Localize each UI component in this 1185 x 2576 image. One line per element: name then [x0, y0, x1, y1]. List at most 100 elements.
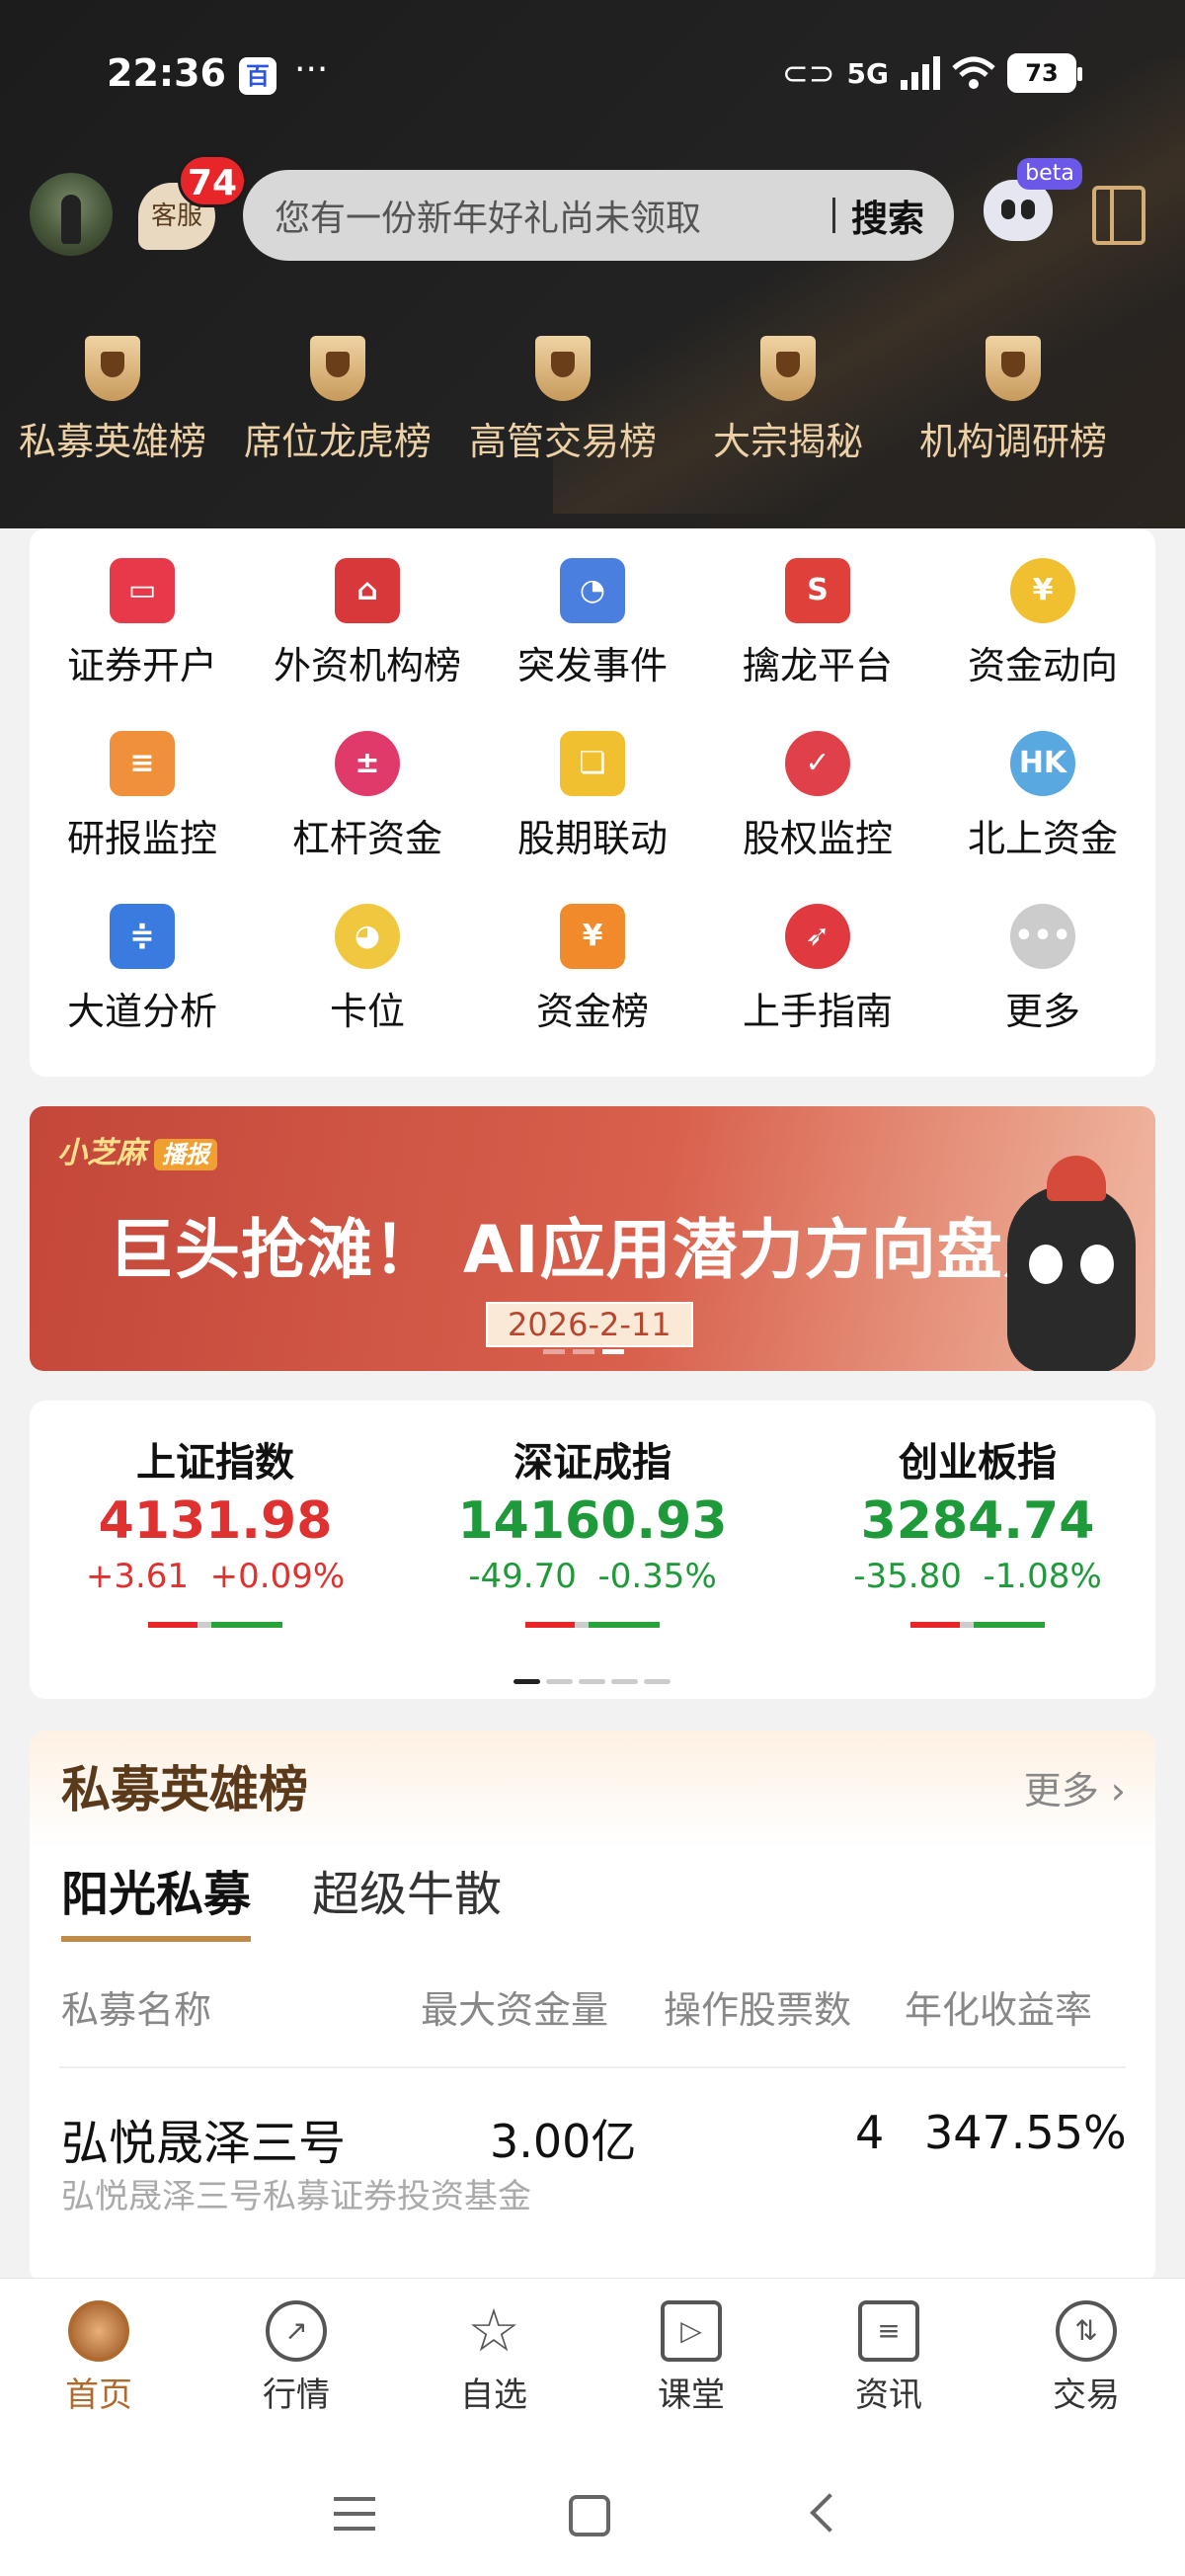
rank-item-label: 私募英雄榜 — [18, 420, 206, 463]
position-icon: ◕ — [335, 904, 400, 969]
nav-news[interactable]: ≡ 资讯 — [790, 2279, 988, 2450]
tab-super-investor[interactable]: 超级牛散 — [312, 1855, 502, 1942]
function-grid-card: ▭ 证券开户 ⌂ 外资机构榜 ◔ 突发事件 S 擒龙平台 ¥ 资金动向 ≡ 研报监控 ± 杠杆资金 ❏ 股期联… — [30, 528, 1155, 1077]
network-type: 5G — [846, 56, 889, 90]
grid-item-position[interactable]: ◕ 卡位 — [255, 904, 480, 1077]
search-placeholder: 您有一份新年好礼尚未领取 — [275, 199, 702, 239]
grid-item-research-monitor[interactable]: ≡ 研报监控 — [30, 731, 255, 904]
shield-icon — [535, 336, 591, 401]
more-label: 更多 — [1023, 1769, 1099, 1812]
account-opening-icon: ▭ — [110, 558, 175, 623]
rank-item-institution-research[interactable]: 机构调研榜 — [901, 336, 1126, 484]
grid-item-getting-started[interactable]: ➶ 上手指南 — [705, 904, 930, 1077]
northbound-funds-icon: HK — [1010, 731, 1075, 796]
index-item-chinext[interactable]: 创业板指 3284.74 -35.80 -1.08% — [820, 1430, 1136, 1628]
grid-item-label: 股权监控 — [742, 817, 893, 860]
index-name: 上证指数 — [136, 1440, 294, 1486]
index-value: 3284.74 — [860, 1491, 1095, 1551]
promo-banner[interactable]: 小芝麻 播报 巨头抢滩！ AI应用潜力方向盘点 2026-2-11 — [30, 1106, 1155, 1371]
rank-item-label: 大宗揭秘 — [712, 420, 863, 463]
banner-tag-text: 小芝麻 — [57, 1136, 146, 1170]
index-breadth-bar — [525, 1622, 660, 1628]
customer-service-badge: 74 — [178, 154, 247, 207]
back-arrow-icon[interactable] — [810, 2493, 849, 2533]
fund-full-name: 弘悦晟泽三号私募证券投资基金 — [61, 2177, 531, 2216]
leverage-funds-icon: ± — [335, 731, 400, 796]
grid-icon-glyph: ¥ — [582, 919, 603, 953]
fund-flow-icon: ¥ — [1010, 558, 1075, 623]
grid-item-dragon-platform[interactable]: S 擒龙平台 — [705, 558, 930, 731]
home-button-icon[interactable] — [569, 2495, 610, 2536]
index-change-pct: -0.35% — [597, 1557, 717, 1596]
nav-market[interactable]: ↗ 行情 — [198, 2279, 395, 2450]
index-breadth-bar — [148, 1622, 282, 1628]
layout-switch-icon[interactable] — [1092, 186, 1146, 245]
grid-item-label: 卡位 — [329, 990, 405, 1033]
index-name: 创业板指 — [899, 1440, 1057, 1486]
nav-label: 行情 — [263, 2375, 330, 2415]
grid-icon-glyph: ▭ — [127, 573, 157, 607]
column-header-annual-return: 年化收益率 — [905, 1988, 1093, 2032]
nav-trade[interactable]: ⇅ 交易 — [988, 2279, 1185, 2450]
fund-stock-count: 4 — [855, 2106, 885, 2159]
fund-max-amount: 3.00亿 — [490, 2115, 637, 2168]
grid-item-more[interactable]: ••• 更多 — [930, 904, 1155, 1077]
nav-home[interactable]: 首页 — [0, 2279, 198, 2450]
shield-icon — [85, 336, 140, 401]
rank-item-label: 机构调研榜 — [918, 420, 1107, 463]
tab-sunshine-private[interactable]: 阳光私募 — [61, 1855, 252, 1942]
index-item-shanghai[interactable]: 上证指数 4131.98 +3.61 +0.09% — [57, 1430, 373, 1628]
stock-futures-icon: ❏ — [560, 731, 625, 796]
fund-ranking-icon: ¥ — [560, 904, 625, 969]
rank-item-private-fund[interactable]: 私募英雄榜 — [0, 336, 225, 484]
grid-icon-glyph: ◔ — [579, 573, 606, 607]
mascot-illustration — [1007, 1156, 1136, 1371]
home-logo-icon — [68, 2300, 129, 2362]
recent-apps-icon[interactable] — [334, 2497, 375, 2531]
column-header-max-fund: 最大资金量 — [421, 1988, 609, 2032]
search-bar[interactable]: 您有一份新年好礼尚未领取 搜索 — [243, 170, 954, 261]
status-time: 22:36 — [107, 51, 226, 95]
rank-item-label: 高管交易榜 — [468, 420, 657, 463]
search-divider — [832, 198, 835, 233]
grid-icon-glyph: ± — [355, 746, 380, 780]
grid-icon-glyph: ✓ — [805, 746, 830, 780]
ranking-menu: 私募英雄榜 席位龙虎榜 高管交易榜 大宗揭秘 机构调研榜 — [0, 336, 1185, 484]
grid-item-label: 证券开户 — [66, 644, 217, 687]
rank-item-executive-trades[interactable]: 高管交易榜 — [450, 336, 675, 484]
dragon-platform-icon: S — [785, 558, 850, 623]
nav-label: 资讯 — [855, 2375, 922, 2415]
user-avatar[interactable] — [30, 173, 113, 256]
nav-label: 自选 — [460, 2375, 527, 2415]
grid-item-fund-ranking[interactable]: ¥ 资金榜 — [480, 904, 705, 1077]
grid-item-fund-flow[interactable]: ¥ 资金动向 — [930, 558, 1155, 731]
grid-item-northbound-funds[interactable]: HK 北上资金 — [930, 731, 1155, 904]
baidu-app-icon: 百 — [239, 57, 276, 95]
board-more-link[interactable]: 更多 › — [1024, 1760, 1126, 1814]
shield-icon — [760, 336, 816, 401]
grid-item-label: 上手指南 — [742, 990, 893, 1033]
rank-item-block-trades[interactable]: 大宗揭秘 — [675, 336, 901, 484]
index-item-shenzhen[interactable]: 深证成指 14160.93 -49.70 -0.35% — [434, 1430, 750, 1628]
grid-item-leverage-funds[interactable]: ± 杠杆资金 — [255, 731, 480, 904]
grid-item-account-opening[interactable]: ▭ 证券开户 — [30, 558, 255, 731]
grid-icon-glyph: ◕ — [354, 919, 381, 953]
nav-watchlist[interactable]: ☆ 自选 — [395, 2279, 592, 2450]
nav-classroom[interactable]: ▷ 课堂 — [592, 2279, 790, 2450]
search-button[interactable]: 搜索 — [851, 189, 924, 242]
rank-item-seat-dragon-tiger[interactable]: 席位龙虎榜 — [225, 336, 450, 484]
shield-icon — [310, 336, 365, 401]
equity-monitor-icon: ✓ — [785, 731, 850, 796]
index-change-pct: -1.08% — [983, 1557, 1102, 1596]
trend-chart-icon: ↗ — [266, 2300, 327, 2362]
grid-item-equity-monitor[interactable]: ✓ 股权监控 — [705, 731, 930, 904]
grid-item-avenue-analysis[interactable]: ≑ 大道分析 — [30, 904, 255, 1077]
grid-item-label: 研报监控 — [66, 817, 217, 860]
grid-item-stock-futures[interactable]: ❏ 股期联动 — [480, 731, 705, 904]
fund-name: 弘悦晟泽三号 — [61, 2116, 347, 2171]
banner-title: 巨头抢滩！ AI应用潜力方向盘点 — [109, 1212, 1069, 1288]
table-divider — [59, 2066, 1126, 2068]
grid-item-breaking-events[interactable]: ◔ 突发事件 — [480, 558, 705, 731]
grid-item-foreign-institution[interactable]: ⌂ 外资机构榜 — [255, 558, 480, 731]
grid-item-label: 外资机构榜 — [273, 644, 461, 687]
